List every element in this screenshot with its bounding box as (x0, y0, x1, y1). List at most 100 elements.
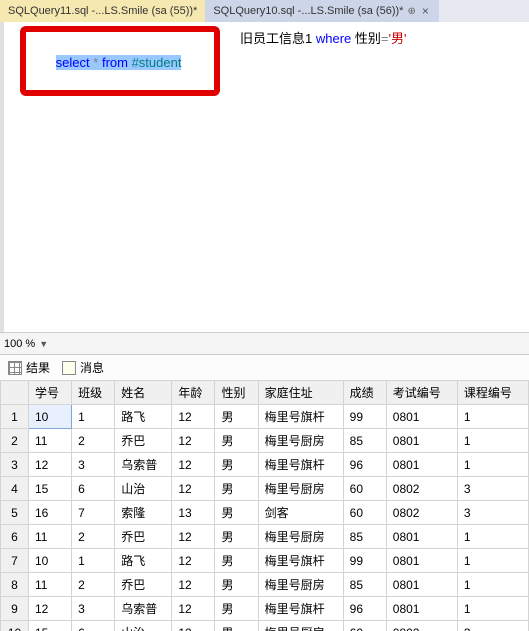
cell[interactable]: 男 (215, 525, 258, 549)
table-row[interactable]: 10156山治12男梅里号厨房6008023 (1, 621, 529, 631)
cell[interactable]: 乔巴 (115, 429, 172, 453)
table-row[interactable]: 2112乔巴12男梅里号厨房8508011 (1, 429, 529, 453)
cell[interactable]: 96 (343, 453, 386, 477)
zoom-value[interactable]: 100 % (4, 338, 35, 350)
cell[interactable]: 2 (72, 525, 115, 549)
cell[interactable]: 1 (457, 453, 528, 477)
table-row[interactable]: 1101路飞12男梅里号旗杆9908011 (1, 405, 529, 429)
cell[interactable]: 梅里号厨房 (258, 477, 343, 501)
table-row[interactable]: 9123乌索普12男梅里号旗杆9608011 (1, 597, 529, 621)
cell[interactable]: 12 (172, 573, 215, 597)
cell[interactable]: 1 (72, 405, 115, 429)
tab-results[interactable]: 结果 (8, 359, 50, 376)
cell[interactable]: 3 (457, 477, 528, 501)
tab-messages[interactable]: 消息 (62, 359, 104, 376)
cell[interactable]: 6 (1, 525, 29, 549)
cell[interactable]: 索隆 (115, 501, 172, 525)
cell[interactable]: 1 (457, 549, 528, 573)
col-name[interactable]: 姓名 (115, 381, 172, 405)
cell[interactable]: 85 (343, 525, 386, 549)
close-icon[interactable]: × (420, 4, 431, 18)
cell[interactable]: 梅里号旗杆 (258, 549, 343, 573)
sql-editor[interactable]: select * from #student 旧员工信息1 where 性别='… (0, 22, 529, 332)
cell[interactable]: 男 (215, 597, 258, 621)
cell[interactable]: 11 (29, 573, 72, 597)
cell[interactable]: 5 (1, 501, 29, 525)
col-id[interactable]: 学号 (29, 381, 72, 405)
col-address[interactable]: 家庭住址 (258, 381, 343, 405)
cell[interactable]: 山治 (115, 477, 172, 501)
cell[interactable]: 1 (457, 405, 528, 429)
cell[interactable]: 0802 (386, 621, 457, 631)
cell[interactable]: 11 (29, 525, 72, 549)
cell[interactable]: 梅里号厨房 (258, 621, 343, 631)
cell[interactable]: 4 (1, 477, 29, 501)
col-sex[interactable]: 性别 (215, 381, 258, 405)
col-course[interactable]: 课程编号 (457, 381, 528, 405)
cell[interactable]: 12 (172, 597, 215, 621)
cell[interactable]: 0802 (386, 501, 457, 525)
table-row[interactable]: 7101路飞12男梅里号旗杆9908011 (1, 549, 529, 573)
cell[interactable]: 3 (457, 621, 528, 631)
cell[interactable]: 男 (215, 429, 258, 453)
cell[interactable]: 1 (1, 405, 29, 429)
cell[interactable]: 男 (215, 501, 258, 525)
cell[interactable]: 3 (457, 501, 528, 525)
cell[interactable]: 3 (72, 453, 115, 477)
cell[interactable]: 乌索普 (115, 453, 172, 477)
cell[interactable]: 3 (72, 597, 115, 621)
cell[interactable]: 乔巴 (115, 573, 172, 597)
cell[interactable]: 乌索普 (115, 597, 172, 621)
cell[interactable]: 男 (215, 405, 258, 429)
cell[interactable]: 12 (172, 621, 215, 631)
cell[interactable]: 60 (343, 477, 386, 501)
cell[interactable]: 0801 (386, 549, 457, 573)
col-rownum[interactable] (1, 381, 29, 405)
cell[interactable]: 12 (172, 525, 215, 549)
cell[interactable]: 0801 (386, 453, 457, 477)
cell[interactable]: 0801 (386, 405, 457, 429)
results-grid-wrap[interactable]: 学号 班级 姓名 年龄 性别 家庭住址 成绩 考试编号 课程编号 1101路飞1… (0, 380, 529, 631)
cell[interactable]: 6 (72, 621, 115, 631)
cell[interactable]: 96 (343, 597, 386, 621)
code-fragment[interactable]: 旧员工信息1 where 性别='男' (240, 28, 406, 47)
cell[interactable]: 12 (172, 453, 215, 477)
cell[interactable]: 男 (215, 573, 258, 597)
table-row[interactable]: 5167索隆13男剑客6008023 (1, 501, 529, 525)
cell[interactable]: 路飞 (115, 405, 172, 429)
cell[interactable]: 路飞 (115, 549, 172, 573)
cell[interactable]: 0801 (386, 429, 457, 453)
table-row[interactable]: 6112乔巴12男梅里号厨房8508011 (1, 525, 529, 549)
cell[interactable]: 16 (29, 501, 72, 525)
cell[interactable]: 梅里号旗杆 (258, 405, 343, 429)
col-class[interactable]: 班级 (72, 381, 115, 405)
cell[interactable]: 剑客 (258, 501, 343, 525)
chevron-down-icon[interactable]: ▼ (39, 339, 48, 349)
cell[interactable]: 85 (343, 573, 386, 597)
cell[interactable]: 2 (1, 429, 29, 453)
cell[interactable]: 梅里号厨房 (258, 573, 343, 597)
cell[interactable]: 0801 (386, 573, 457, 597)
cell[interactable]: 99 (343, 549, 386, 573)
col-exam[interactable]: 考试编号 (386, 381, 457, 405)
cell[interactable]: 11 (29, 429, 72, 453)
pin-icon[interactable]: ⊕ (407, 6, 415, 17)
cell[interactable]: 2 (72, 429, 115, 453)
cell[interactable]: 99 (343, 405, 386, 429)
cell[interactable]: 梅里号厨房 (258, 525, 343, 549)
cell[interactable]: 60 (343, 501, 386, 525)
cell[interactable]: 1 (72, 549, 115, 573)
cell[interactable]: 0801 (386, 597, 457, 621)
cell[interactable]: 山治 (115, 621, 172, 631)
tab-query11[interactable]: SQLQuery11.sql -...LS.Smile (sa (55))* (0, 0, 205, 22)
cell[interactable]: 15 (29, 477, 72, 501)
cell[interactable]: 2 (72, 573, 115, 597)
cell[interactable]: 12 (172, 429, 215, 453)
cell[interactable]: 12 (172, 549, 215, 573)
cell[interactable]: 1 (457, 429, 528, 453)
cell[interactable]: 男 (215, 453, 258, 477)
cell[interactable]: 60 (343, 621, 386, 631)
table-row[interactable]: 4156山治12男梅里号厨房6008023 (1, 477, 529, 501)
cell[interactable]: 9 (1, 597, 29, 621)
cell[interactable]: 1 (457, 597, 528, 621)
